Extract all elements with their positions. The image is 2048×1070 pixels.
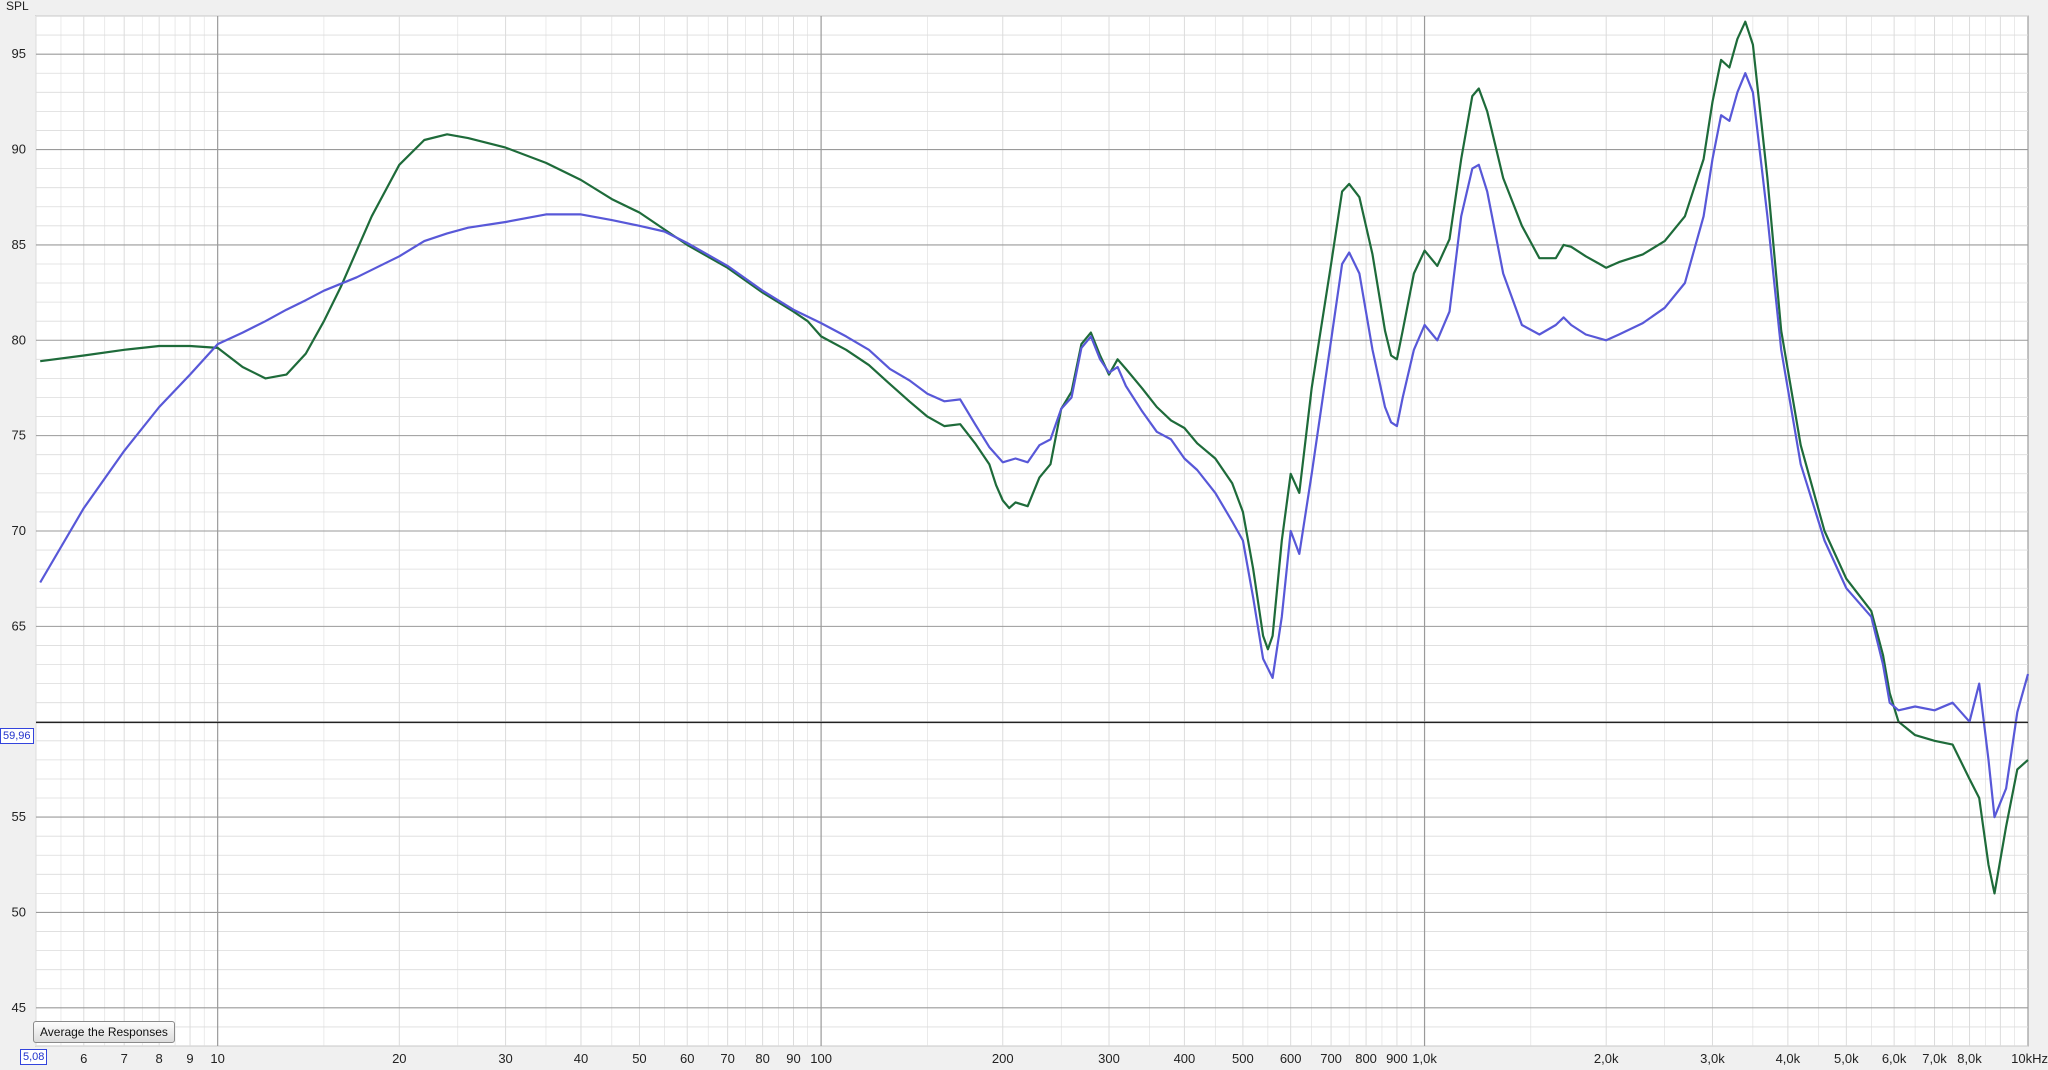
x-tick-label: 500 [1232, 1051, 1254, 1066]
x-tick-label: 40 [574, 1051, 588, 1066]
x-tick-label: 6 [80, 1051, 87, 1066]
x-tick-label: 30 [498, 1051, 512, 1066]
x-tick-label: 8,0k [1957, 1051, 1982, 1066]
x-tick-labels: 6 7 8 9 10 20 30 40 50 60 70 80 90 100 200 300 400 500 600… [80, 1051, 2048, 1066]
x-tick-label: 900 [1386, 1051, 1408, 1066]
x-tick-label: 300 [1098, 1051, 1120, 1066]
y-tick-label: 85 [12, 237, 26, 252]
x-tick-label: 2,0k [1594, 1051, 1619, 1066]
x-tick-label: 50 [632, 1051, 646, 1066]
y-tick-label: 95 [12, 46, 26, 61]
x-tick-label: 70 [720, 1051, 734, 1066]
x-tick-label: 600 [1280, 1051, 1302, 1066]
y-tick-label: 90 [12, 142, 26, 157]
x-tick-label: 10 [210, 1051, 224, 1066]
x-tick-label: 800 [1355, 1051, 1377, 1066]
x-tick-label: 5,0k [1834, 1051, 1859, 1066]
x-tick-label: 8 [156, 1051, 163, 1066]
x-tick-label: 400 [1174, 1051, 1196, 1066]
cursor-y-readout: 59,96 [0, 728, 34, 744]
y-tick-labels: 45 50 55 65 70 75 80 85 90 95 [12, 46, 26, 1015]
x-tick-label: 200 [992, 1051, 1014, 1066]
x-tick-label: 80 [755, 1051, 769, 1066]
x-tick-label: 7 [121, 1051, 128, 1066]
y-tick-label: 80 [12, 332, 26, 347]
x-tick-label: 6,0k [1882, 1051, 1907, 1066]
x-tick-label: 7,0k [1922, 1051, 1947, 1066]
x-tick-label: 20 [392, 1051, 406, 1066]
cursor-x-readout: 5,08 [20, 1049, 48, 1065]
y-axis-title: SPL [6, 0, 29, 13]
y-tick-label: 45 [12, 1000, 26, 1015]
x-tick-label: 700 [1320, 1051, 1342, 1066]
y-tick-label: 70 [12, 523, 26, 538]
x-tick-label: 60 [680, 1051, 694, 1066]
average-responses-button[interactable]: Average the Responses [33, 1021, 175, 1043]
x-tick-label: 9 [186, 1051, 193, 1066]
x-tick-label: 3,0k [1700, 1051, 1725, 1066]
y-tick-label: 55 [12, 809, 26, 824]
x-tick-label: 100 [810, 1051, 832, 1066]
x-tick-label: 90 [786, 1051, 800, 1066]
y-tick-label: 75 [12, 428, 26, 443]
y-tick-label: 50 [12, 904, 26, 919]
frequency-response-chart[interactable]: 6 7 8 9 10 20 30 40 50 60 70 80 90 100 200 300 400 500 600… [0, 0, 2048, 1070]
x-tick-label: 10kHz [2011, 1051, 2048, 1066]
y-tick-label: 65 [12, 618, 26, 633]
x-tick-label: 1,0k [1412, 1051, 1437, 1066]
x-tick-label: 4,0k [1776, 1051, 1801, 1066]
